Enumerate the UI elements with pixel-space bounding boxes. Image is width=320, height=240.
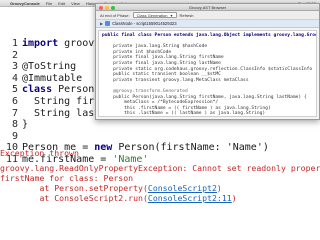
ast-browser-toolbar: At end of Phase: Class Generation ▾ Refr… (96, 11, 319, 20)
code-token: @Immutable (22, 72, 83, 84)
menu-app-name[interactable]: GroovyConsole (10, 1, 40, 6)
line-number: 9 (11, 130, 18, 142)
line-number: 3 (11, 61, 18, 73)
line-number: 1 (11, 38, 18, 49)
phase-value: Class Generation (136, 12, 168, 18)
trace2-link[interactable]: ConsoleScript2:11 (148, 193, 232, 203)
refresh-button[interactable]: Refresh (180, 13, 194, 18)
ast-source-view[interactable]: public final class Person extends java.l… (98, 30, 317, 117)
ast-tree-row[interactable]: ▶ ClassNode - script1559014529323 (96, 20, 319, 28)
line-number: 8 (11, 119, 18, 131)
exception-message-line-1: groovy.lang.ReadOnlyPropertyException: C… (0, 163, 320, 173)
phase-select[interactable]: Class Generation ▾ (132, 12, 177, 18)
close-window-icon[interactable] (99, 5, 103, 10)
zoom-window-icon[interactable] (111, 5, 115, 10)
line-number: 6 (11, 95, 18, 107)
chevron-down-icon: ▾ (170, 12, 173, 18)
code-token: import (22, 38, 65, 49)
line-number: 4 (11, 72, 18, 84)
trace1-suffix: ) (216, 183, 222, 193)
ast-browser-titlebar[interactable]: Groovy AST Browser (96, 4, 319, 11)
output-header: Exception thrown (0, 148, 79, 158)
code-line[interactable]: 9 (0, 131, 320, 143)
trace1-prefix: at Person.setProperty( (0, 183, 148, 193)
line-number: 5 (11, 84, 18, 96)
expand-triangle-icon[interactable]: ▶ (100, 21, 103, 26)
code-line[interactable]: 8} (0, 119, 320, 131)
ast-source-line: public final class Person extends java.l… (102, 33, 316, 38)
code-token: } (22, 119, 29, 131)
ast-browser-title: Groovy AST Browser (188, 5, 227, 10)
stack-trace-line-2: at ConsoleScript2.run(ConsoleScript2:11) (0, 193, 320, 203)
exception-message-line-2: firstName for class: Person (0, 173, 134, 183)
output-pane: Exception thrown groovy.lang.ReadOnlyPro… (0, 148, 320, 240)
phase-label: At end of Phase: (100, 12, 130, 18)
line-number: 2 (11, 49, 18, 61)
code-token: @ToString (22, 61, 77, 73)
ast-tree-label: ClassNode - script1559014529323 (112, 21, 177, 26)
stack-trace-line-1: at Person.setProperty(ConsoleScript2) (0, 183, 320, 193)
trace1-link[interactable]: ConsoleScript2 (148, 183, 217, 193)
code-token: class (22, 84, 59, 96)
class-node-icon (105, 21, 111, 26)
trace2-suffix: ) (231, 193, 237, 203)
menu-edit[interactable]: Edit (58, 1, 65, 6)
minimize-window-icon[interactable] (105, 5, 109, 10)
line-number: 7 (11, 107, 18, 119)
ast-browser-window: Groovy AST Browser At end of Phase: Clas… (95, 3, 320, 120)
trace2-prefix: at ConsoleScript2.run( (0, 193, 148, 203)
menu-file[interactable]: File (46, 1, 52, 6)
menu-view[interactable]: View (71, 1, 80, 6)
